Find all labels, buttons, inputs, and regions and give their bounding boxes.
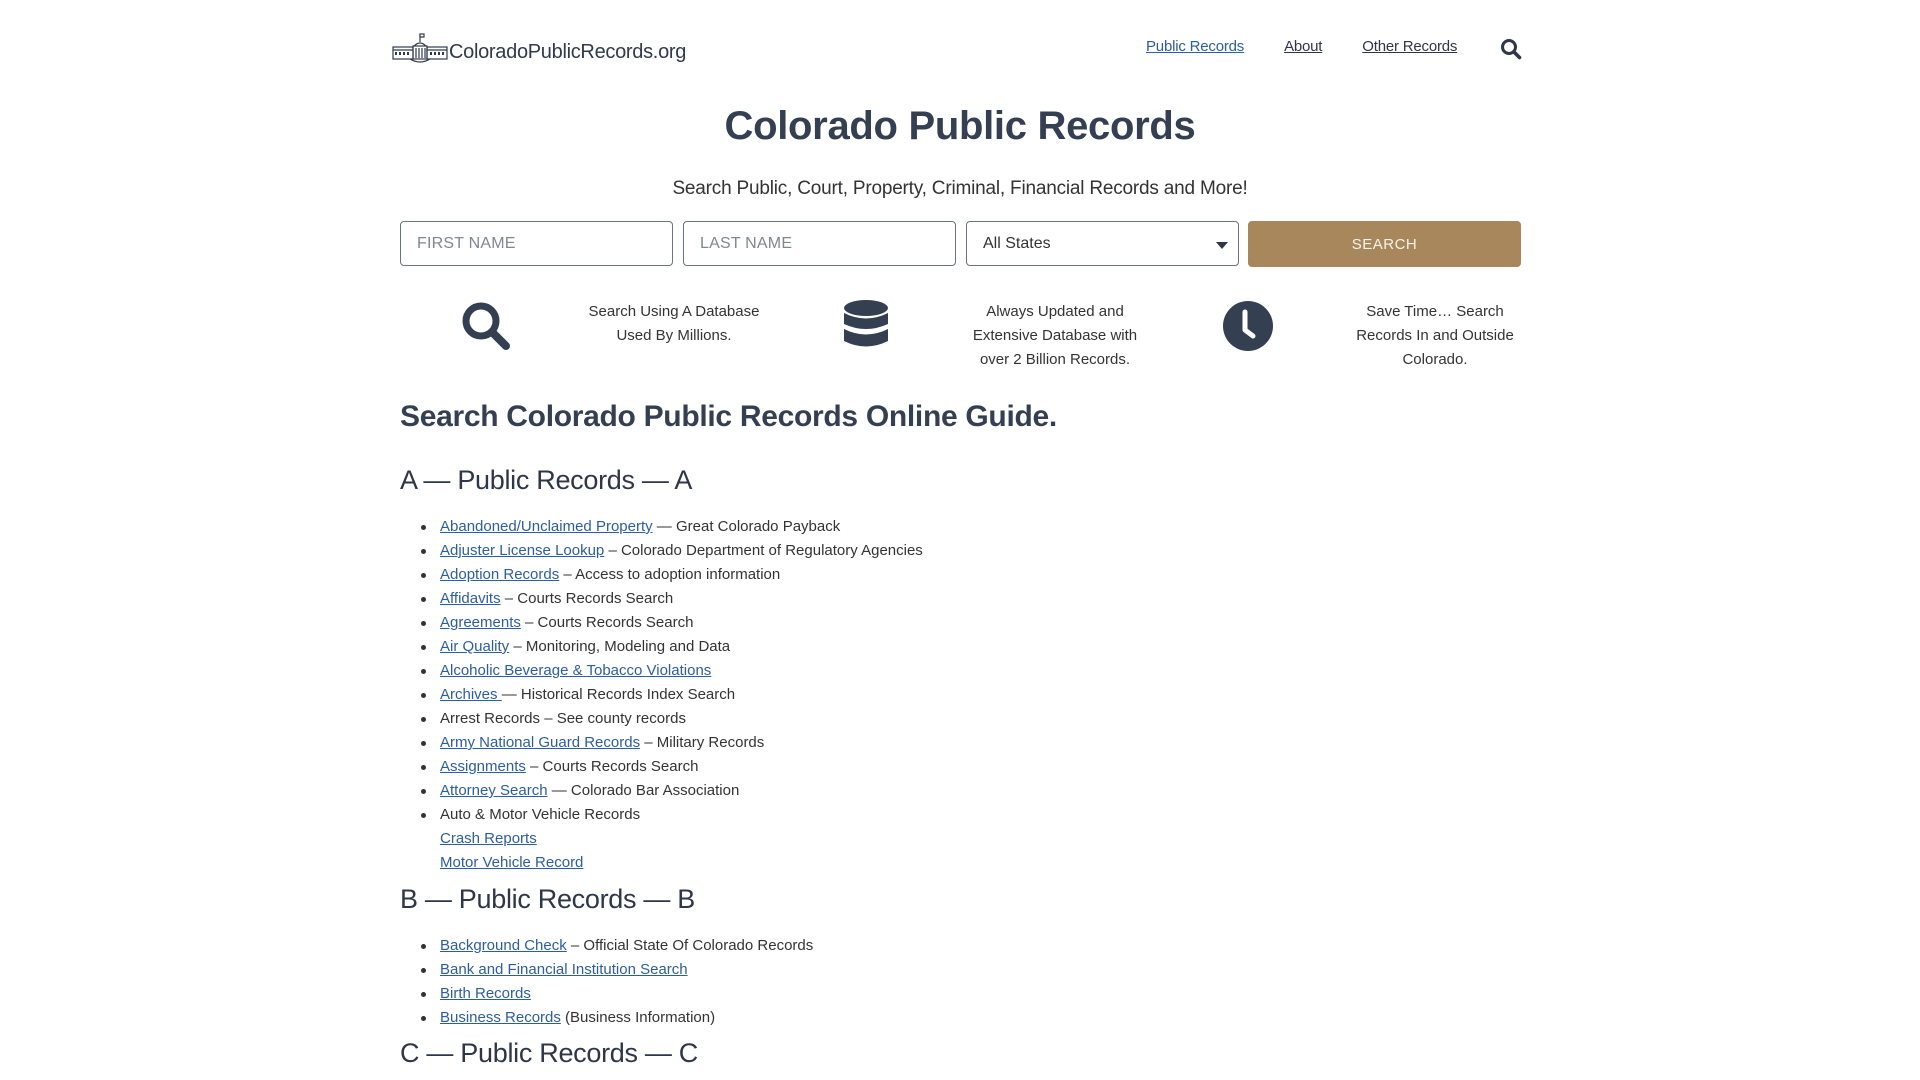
record-link[interactable]: Business Records — [440, 1009, 561, 1026]
list-item: Agreements – Courts Records Search — [421, 611, 923, 635]
header-search-button[interactable] — [1500, 38, 1522, 60]
record-description: — Historical Records Index Search — [501, 686, 736, 703]
section-heading-b: B — Public Records — B — [400, 884, 696, 914]
record-description: – Courts Records Search — [500, 590, 674, 607]
record-link[interactable]: Assignments — [440, 758, 526, 775]
record-link[interactable]: Affidavits — [440, 590, 501, 607]
record-link[interactable]: Attorney Search — [440, 782, 548, 799]
record-sub-link[interactable]: Crash Reports — [440, 830, 537, 847]
feature-text-line: Records In and Outside — [1356, 327, 1514, 344]
feature-text-line: Always Updated and — [986, 303, 1124, 320]
record-link[interactable]: Archives — [440, 686, 502, 703]
list-item: Bank and Financial Institution Search — [420, 958, 813, 982]
people-search-form: All States SEARCH — [400, 221, 1521, 268]
capitol-building-icon — [392, 33, 448, 63]
record-link[interactable]: Air Quality — [440, 638, 509, 655]
feature-text-line: Extensive Database with — [972, 327, 1138, 344]
list-item: Archives — Historical Records Index Sear… — [421, 683, 923, 707]
list-item: Background Check – Official State Of Col… — [420, 934, 814, 958]
feature-text-line: Save Time… Search — [1366, 303, 1504, 320]
database-icon — [844, 300, 888, 347]
guide-title: Search Colorado Public Records Online Gu… — [400, 400, 1057, 433]
first-name-input[interactable] — [400, 221, 673, 266]
list-item: Air Quality – Monitoring, Modeling and D… — [421, 635, 923, 659]
record-sub-link[interactable]: Motor Vehicle Record — [440, 854, 583, 871]
section-heading-c: C — Public Records — C — [400, 1038, 698, 1068]
record-description: – Official State Of Colorado Records — [566, 937, 814, 954]
sub-list-item: Motor Vehicle Record — [440, 851, 923, 875]
list-item: Birth Records — [420, 982, 813, 1006]
list-item: Auto & Motor Vehicle Records — [421, 803, 923, 827]
nav-public-records[interactable]: Public Records — [1146, 38, 1244, 55]
state-select[interactable]: All States — [966, 221, 1239, 266]
record-description: – Courts Records Search — [520, 614, 694, 631]
record-description: – Access to adoption information — [559, 566, 781, 583]
clock-icon — [1223, 301, 1273, 351]
list-item: Arrest Records – See county records — [421, 707, 923, 731]
list-item: Adjuster License Lookup – Colorado Depar… — [421, 539, 923, 563]
records-list-b: Background Check – Official State Of Col… — [400, 934, 813, 1030]
list-item: Alcoholic Beverage & Tobacco Violations — [421, 659, 923, 683]
record-link[interactable]: Birth Records — [440, 985, 531, 1002]
record-link[interactable]: Bank and Financial Institution Search — [440, 961, 688, 978]
record-link[interactable]: Adjuster License Lookup — [440, 542, 604, 559]
record-link[interactable]: Alcoholic Beverage & Tobacco Violations — [440, 662, 711, 679]
search-submit-button[interactable]: SEARCH — [1248, 221, 1521, 267]
search-icon — [462, 302, 510, 350]
search-icon — [1501, 39, 1522, 60]
record-description: – Monitoring, Modeling and Data — [509, 638, 731, 655]
feature-text-line: Colorado. — [1402, 351, 1468, 368]
state-select-value: All States — [983, 234, 1051, 252]
sub-list-item: Crash Reports — [440, 827, 923, 851]
record-link[interactable]: Army National Guard Records — [440, 734, 640, 751]
list-item: Assignments – Courts Records Search — [421, 755, 923, 779]
record-description: – Courts Records Search — [525, 758, 699, 775]
record-link[interactable]: Background Check — [440, 937, 567, 954]
list-item: Attorney Search — Colorado Bar Associati… — [421, 779, 923, 803]
list-item: Affidavits – Courts Records Search — [421, 587, 923, 611]
section-heading-a: A — Public Records — A — [400, 465, 693, 495]
record-description: – Military Records — [640, 734, 765, 751]
nav-other-records[interactable]: Other Records — [1362, 38, 1457, 55]
record-description: — Great Colorado Payback — [652, 518, 841, 535]
list-item: Abandoned/Unclaimed Property — Great Col… — [421, 515, 923, 539]
feature-text-line: over 2 Billion Records. — [979, 351, 1131, 368]
feature-text-line: Used By Millions. — [616, 327, 732, 344]
record-link[interactable]: Abandoned/Unclaimed Property — [440, 518, 653, 535]
list-item: Adoption Records – Access to adoption in… — [421, 563, 923, 587]
feature-text-line: Search Using A Database — [588, 303, 760, 320]
record-description: — Colorado Bar Association — [547, 782, 740, 799]
main-nav: Public Records About Other Records — [1146, 38, 1497, 55]
site-logo[interactable]: ColoradoPublicRecords.org — [392, 32, 686, 64]
records-list-a: Abandoned/Unclaimed Property — Great Col… — [400, 515, 923, 875]
page-subtitle: Search Public, Court, Property, Criminal… — [672, 178, 1248, 199]
page-title: Colorado Public Records — [724, 104, 1196, 148]
record-description: – Colorado Department of Regulatory Agen… — [604, 542, 923, 559]
record-description: Arrest Records – See county records — [440, 710, 686, 727]
list-item: Army National Guard Records – Military R… — [421, 731, 923, 755]
record-link[interactable]: Adoption Records — [440, 566, 559, 583]
list-item: Business Records (Business Information) — [420, 1006, 813, 1030]
caret-down-icon — [1216, 242, 1228, 249]
logo-text: ColoradoPublicRecords.org — [449, 41, 687, 63]
record-description: Auto & Motor Vehicle Records — [440, 806, 641, 823]
nav-about[interactable]: About — [1284, 38, 1322, 55]
record-description: (Business Information) — [560, 1009, 716, 1026]
record-link[interactable]: Agreements — [440, 614, 521, 631]
site-header: ColoradoPublicRecords.org Public Records… — [0, 0, 1920, 100]
last-name-input[interactable] — [683, 221, 956, 266]
